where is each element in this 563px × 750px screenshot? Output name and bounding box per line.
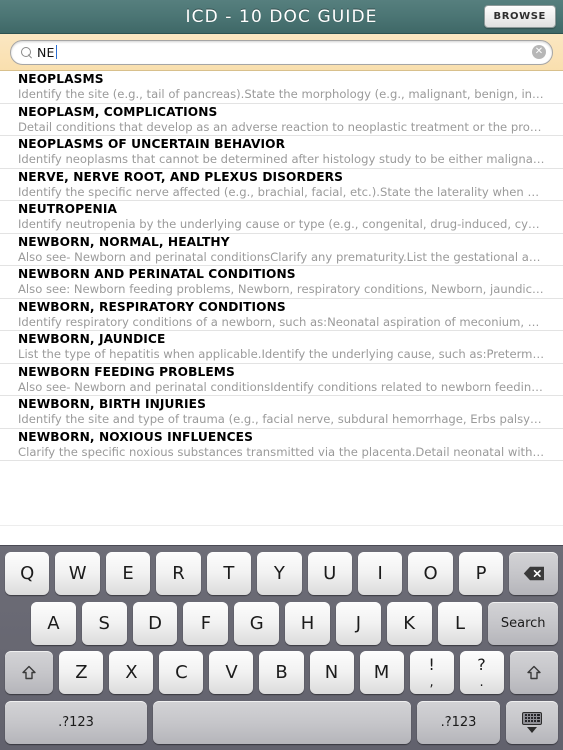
shift-glyph [22, 665, 36, 680]
search-key[interactable]: Search [488, 601, 558, 645]
text-caret [55, 45, 58, 59]
list-item[interactable]: NEOPLASM, COMPLICATIONS Detail condition… [0, 104, 563, 136]
keyboard-row-1: Q W E R T Y U I O P [2, 551, 561, 596]
list-item-empty [0, 461, 563, 494]
key-s[interactable]: S [81, 601, 127, 645]
key-a[interactable]: A [31, 601, 76, 645]
list-item-title: NEWBORN, RESPIRATORY CONDITIONS [18, 299, 286, 314]
list-item-title: NEWBORN, NORMAL, HEALTHY [18, 234, 230, 249]
key-o[interactable]: O [408, 552, 453, 595]
list-item-subtitle: Identify neoplasms that cannot be determ… [18, 152, 549, 167]
list-item-empty [0, 526, 563, 544]
list-item-subtitle: Identify neutropenia by the underlying c… [18, 217, 549, 232]
list-item-subtitle: Also see- Newborn and perinatal conditio… [18, 249, 549, 264]
numeric-mode-key-left[interactable]: .?123 [5, 700, 147, 744]
key-r[interactable]: R [156, 552, 201, 595]
key-t[interactable]: T [206, 552, 252, 595]
list-item[interactable]: NEWBORN, BIRTH INJURIES Identify the sit… [0, 396, 563, 429]
key-m[interactable]: M [359, 651, 404, 695]
search-input[interactable]: NE ✕ [10, 39, 553, 65]
list-item-subtitle: Identify the site (e.g., tail of pancrea… [18, 87, 549, 102]
list-item-title: NERVE, NERVE ROOT, AND PLEXUS DISORDERS [18, 169, 344, 184]
key-x[interactable]: X [109, 651, 154, 695]
list-item-subtitle: Identify the specific nerve affected (e.… [18, 184, 549, 199]
list-item-title: NEOPLASMS [18, 72, 104, 87]
list-item[interactable]: NEOPLASMS OF UNCERTAIN BEHAVIOR Identify… [0, 136, 563, 169]
key-k[interactable]: K [386, 601, 432, 645]
search-icon [21, 46, 32, 58]
hide-keyboard-icon[interactable] [506, 700, 558, 744]
key-u[interactable]: U [307, 552, 352, 595]
shift-glyph [527, 665, 541, 680]
shift-icon-right[interactable] [509, 651, 558, 695]
list-item-title: NEWBORN FEEDING PROBLEMS [18, 364, 235, 379]
app-header: ICD - 10 DOC GUIDE BROWSE [0, 0, 563, 34]
keyboard-row-4: .?123 .?123 [2, 700, 561, 745]
list-item-subtitle: Detail conditions that develop as an adv… [18, 119, 549, 134]
key-p[interactable]: P [458, 552, 504, 595]
list-item-subtitle: List the type of hepatitis when applicab… [18, 347, 549, 362]
list-item-title: NEWBORN, NOXIOUS INFLUENCES [18, 429, 253, 444]
list-item[interactable]: NEWBORN, RESPIRATORY CONDITIONS Identify… [0, 299, 563, 331]
list-item-subtitle: Clarify the specific noxious substances … [18, 444, 549, 459]
key-period-label: . [479, 674, 484, 690]
list-item-subtitle: Identify the site and type of trauma (e.… [18, 412, 549, 427]
list-item-subtitle: Identify respiratory conditions of a new… [18, 314, 549, 329]
list-item-title: NEOPLASM, COMPLICATIONS [18, 104, 218, 119]
list-item-title: NEUTROPENIA [18, 202, 118, 217]
search-results-list[interactable]: NEOPLASMS Identify the site (e.g., tail … [0, 71, 563, 544]
list-item[interactable]: NEWBORN, JAUNDICE List the type of hepat… [0, 331, 563, 364]
key-n[interactable]: N [309, 651, 354, 695]
list-item-empty [0, 494, 563, 526]
key-h[interactable]: H [285, 601, 330, 645]
list-item[interactable]: NEWBORN, NOXIOUS INFLUENCES Clarify the … [0, 429, 563, 461]
numeric-mode-key-right[interactable]: .?123 [417, 700, 500, 744]
list-item[interactable]: NEOPLASMS Identify the site (e.g., tail … [0, 71, 563, 104]
key-i[interactable]: I [357, 552, 403, 595]
list-item-subtitle: Also see- Newborn and perinatal conditio… [18, 379, 549, 394]
shift-icon-left[interactable] [5, 651, 54, 695]
search-bar: NE ✕ [0, 34, 563, 71]
hide-keyboard-glyph [522, 711, 542, 733]
list-item-title: NEOPLASMS OF UNCERTAIN BEHAVIOR [18, 137, 286, 152]
key-exclam-comma[interactable]: ! , [409, 651, 454, 695]
key-question-label: ? [477, 654, 486, 674]
backspace-icon[interactable] [509, 552, 559, 595]
key-question-period[interactable]: ? . [459, 651, 504, 695]
key-j[interactable]: J [335, 601, 381, 645]
browse-button[interactable]: BROWSE [483, 5, 556, 28]
clear-search-icon[interactable]: ✕ [532, 45, 546, 59]
list-item-title: NEWBORN, BIRTH INJURIES [18, 397, 206, 412]
key-g[interactable]: G [234, 601, 280, 645]
list-item-subtitle: Also see: Newborn feeding problems, Newb… [18, 282, 549, 297]
key-exclam-label: ! [428, 654, 435, 674]
key-q[interactable]: Q [5, 552, 50, 595]
list-item[interactable]: NEUTROPENIA Identify neutropenia by the … [0, 201, 563, 234]
key-v[interactable]: V [209, 651, 254, 695]
key-z[interactable]: Z [59, 651, 104, 695]
key-y[interactable]: Y [257, 552, 302, 595]
key-c[interactable]: C [159, 651, 204, 695]
list-item[interactable]: NEWBORN FEEDING PROBLEMS Also see- Newbo… [0, 364, 563, 396]
key-e[interactable]: E [105, 552, 151, 595]
key-comma-label: , [429, 674, 434, 690]
list-item[interactable]: NEWBORN AND PERINATAL CONDITIONS Also se… [0, 266, 563, 299]
backspace-glyph [523, 566, 544, 581]
space-key[interactable] [153, 700, 411, 744]
key-w[interactable]: W [55, 552, 100, 595]
key-d[interactable]: D [132, 601, 178, 645]
key-b[interactable]: B [259, 651, 304, 695]
list-item[interactable]: NERVE, NERVE ROOT, AND PLEXUS DISORDERS … [0, 169, 563, 201]
search-input-value: NE [37, 44, 55, 60]
page-title: ICD - 10 DOC GUIDE [185, 6, 378, 27]
list-item-title: NEWBORN, JAUNDICE [18, 332, 166, 347]
keyboard-row-3: Z X C V B N M ! , ? . [2, 650, 561, 695]
list-item[interactable]: NEWBORN, NORMAL, HEALTHY Also see- Newbo… [0, 234, 563, 266]
onscreen-keyboard[interactable]: Q W E R T Y U I O P A S D F G H J K L Se… [0, 545, 563, 750]
key-f[interactable]: F [183, 601, 229, 645]
keyboard-row-2: A S D F G H J K L Search [2, 601, 561, 646]
app-root: ICD - 10 DOC GUIDE BROWSE NE ✕ NEOPLASMS… [0, 0, 563, 750]
list-item-title: NEWBORN AND PERINATAL CONDITIONS [18, 267, 296, 282]
key-l[interactable]: L [437, 601, 483, 645]
